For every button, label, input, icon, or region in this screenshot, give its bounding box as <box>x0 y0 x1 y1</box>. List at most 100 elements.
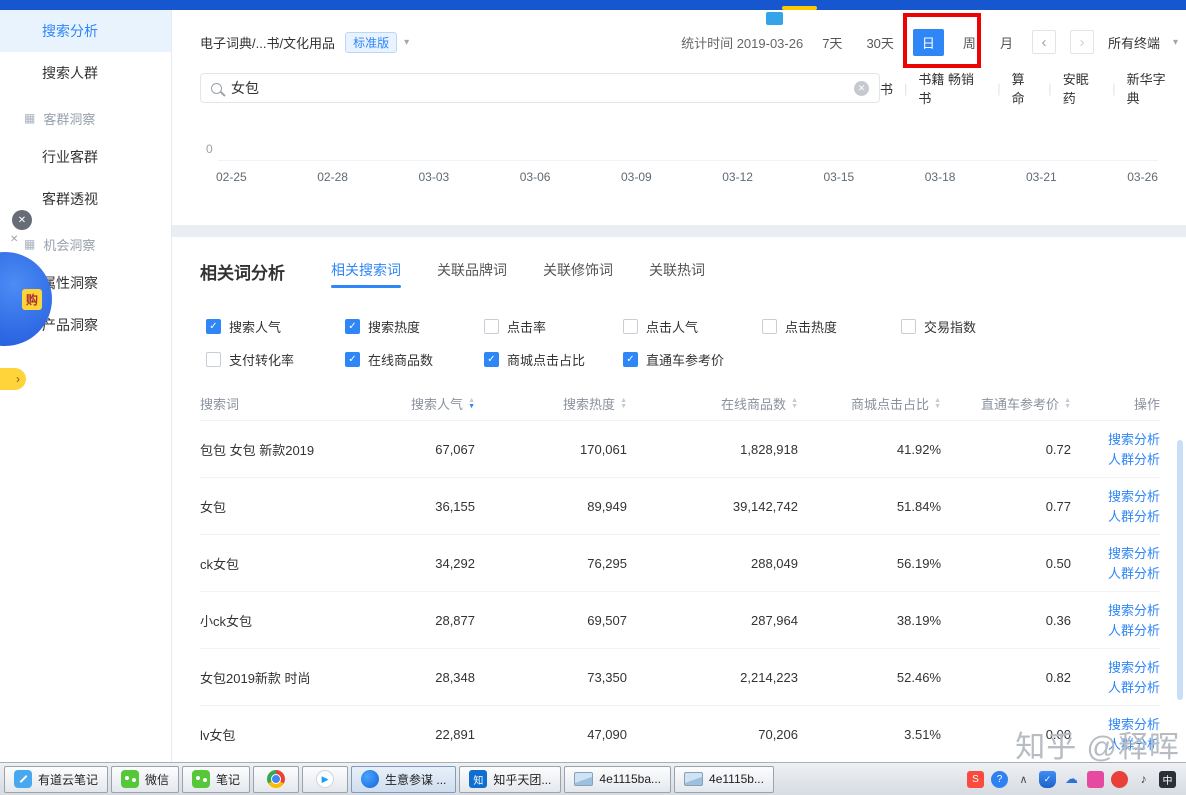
range-button-2[interactable]: 日 <box>912 28 944 56</box>
action-link-0[interactable]: 搜索分析 <box>1108 659 1160 676</box>
action-link-0[interactable]: 搜索分析 <box>1108 602 1160 619</box>
hot-link-4[interactable]: 新华字典 <box>1127 69 1178 107</box>
range-button-0[interactable]: 7天 <box>817 29 847 56</box>
column-header-1[interactable]: 搜索人气 ▲ ▼ <box>360 394 475 413</box>
red-app-icon[interactable] <box>1111 770 1128 788</box>
input-method-icon[interactable]: 中 <box>1159 770 1176 788</box>
value-cell: 67,067 <box>435 441 475 457</box>
breadcrumb[interactable]: 电子词典/...书/文化用品 <box>200 33 335 52</box>
sort-icons[interactable]: ▲ ▼ <box>1064 397 1071 410</box>
taskbar-item-1[interactable]: 微信 <box>111 765 180 793</box>
hot-link-0[interactable]: 书 <box>880 79 893 98</box>
action-link-1[interactable]: 人群分析 <box>1108 679 1160 696</box>
pink-app-icon[interactable] <box>1087 770 1104 788</box>
ad-expand-arrow[interactable]: › <box>0 368 26 390</box>
checkbox-icon[interactable]: ✓ <box>345 319 360 334</box>
volume-icon[interactable]: ♪ <box>1135 771 1152 788</box>
metric-checkbox-4[interactable]: 点击热度 <box>762 317 901 336</box>
sort-icons[interactable]: ▲ ▼ <box>620 397 627 410</box>
hot-link-1[interactable]: 书籍 畅销书 <box>918 69 986 107</box>
sidebar-item-1[interactable]: 搜索人群 <box>0 52 171 94</box>
search-input[interactable] <box>231 80 855 96</box>
x-axis-label: 03-03 <box>418 170 450 184</box>
sidebar-item-3[interactable]: 行业客群 <box>0 136 171 178</box>
action-link-0[interactable]: 搜索分析 <box>1108 488 1160 505</box>
column-header-5[interactable]: 直通车参考价 ▲ ▼ <box>941 394 1071 413</box>
scrollbar-thumb[interactable] <box>1177 440 1183 700</box>
tab-0[interactable]: 相关搜索词 <box>331 253 401 295</box>
tab-1[interactable]: 关联品牌词 <box>437 253 507 295</box>
action-link-0[interactable]: 搜索分析 <box>1108 431 1160 448</box>
range-button-1[interactable]: 30天 <box>861 29 898 56</box>
metric-checkbox-6[interactable]: 支付转化率 <box>206 350 345 369</box>
metric-checkbox-5[interactable]: 交易指数 <box>901 317 1040 336</box>
taskbar-item-3[interactable] <box>253 765 300 793</box>
hot-link-2[interactable]: 算命 <box>1012 69 1038 107</box>
column-header-2[interactable]: 搜索热度 ▲ ▼ <box>475 394 627 413</box>
sogou-icon[interactable]: S <box>967 770 984 788</box>
checkbox-icon[interactable]: ✓ <box>623 352 638 367</box>
metric-checkbox-3[interactable]: 点击人气 <box>623 317 762 336</box>
sort-icons[interactable]: ▲ ▼ <box>934 397 941 410</box>
taskbar-item-0[interactable]: 有道云笔记 <box>4 765 109 793</box>
tab-2[interactable]: 关联修饰词 <box>543 253 613 295</box>
metric-checkbox-7[interactable]: ✓ 在线商品数 <box>345 350 484 369</box>
up-arrow-icon[interactable]: ∧ <box>1015 771 1032 788</box>
taskbar-item-4[interactable]: ▶ <box>302 765 349 793</box>
sidebar-item-0[interactable]: 搜索分析 <box>0 10 171 52</box>
chevron-down-icon: ▾ <box>1172 36 1178 48</box>
checkbox-icon[interactable] <box>206 352 221 367</box>
terminal-selector[interactable]: 所有终端 ▾ <box>1108 33 1178 52</box>
metric-checkbox-8[interactable]: ✓ 商城点击占比 <box>484 350 623 369</box>
value-cell: 287,964 <box>751 612 798 628</box>
hot-link-3[interactable]: 安眠药 <box>1063 69 1102 107</box>
action-link-0[interactable]: 搜索分析 <box>1108 545 1160 562</box>
column-header-6: 操作 <box>1133 397 1160 412</box>
onedrive-icon[interactable]: ☁ <box>1063 771 1080 788</box>
value-cell: 22,891 <box>435 726 475 742</box>
action-link-1[interactable]: 人群分析 <box>1108 565 1160 582</box>
chevron-down-icon[interactable]: ▾ <box>404 37 409 48</box>
x-axis-labels: 02-25 02-28 03-03 03-06 03-09 03-12 03-15 03-18… <box>216 170 1158 184</box>
taskbar-item-7[interactable]: 4e1115ba... <box>564 765 672 793</box>
taskbar-item-8[interactable]: 4e1115b... <box>674 765 774 793</box>
checkbox-icon[interactable] <box>484 319 499 334</box>
help-icon[interactable]: ? <box>991 770 1008 788</box>
action-link-1[interactable]: 人群分析 <box>1108 451 1160 468</box>
tab-3[interactable]: 关联热词 <box>649 253 705 295</box>
metric-checkbox-1[interactable]: ✓ 搜索热度 <box>345 317 484 336</box>
checkbox-icon[interactable]: ✓ <box>345 352 360 367</box>
metric-checkbox-0[interactable]: ✓ 搜索人气 <box>206 317 345 336</box>
ad-close-button[interactable]: ✕ <box>12 210 32 230</box>
next-page-button[interactable]: › <box>1069 30 1094 54</box>
taskbar-item-5[interactable]: 生意参谋 ... <box>351 765 457 793</box>
x-axis-label: 03-06 <box>519 170 551 184</box>
sort-icons[interactable]: ▲ ▼ <box>791 397 798 410</box>
chart-gridline <box>218 160 1158 161</box>
checkbox-icon[interactable]: ✓ <box>206 319 221 334</box>
ad-close-icon[interactable]: ✕ <box>10 234 18 245</box>
range-button-4[interactable]: 月 <box>995 29 1018 56</box>
sort-icons[interactable]: ▲ ▼ <box>468 397 475 410</box>
action-link-1[interactable]: 人群分析 <box>1108 508 1160 525</box>
checkbox-icon[interactable] <box>623 319 638 334</box>
column-header-3[interactable]: 在线商品数 ▲ ▼ <box>627 394 798 413</box>
keyword-cell: 包包 女包 新款2019 <box>200 442 315 458</box>
metric-checkbox-9[interactable]: ✓ 直通车参考价 <box>623 350 762 369</box>
taskbar-item-2[interactable]: 笔记 <box>182 765 251 793</box>
column-header-4[interactable]: 商城点击占比 ▲ ▼ <box>798 394 941 413</box>
checkbox-icon[interactable] <box>762 319 777 334</box>
clear-search-icon[interactable]: ✕ <box>854 80 870 96</box>
query-card: 电子词典/...书/文化用品 标准版 ▾ 统计时间 2019-03-26 7天 3… <box>172 10 1186 225</box>
metric-label: 点击热度 <box>785 320 838 335</box>
taskbar-item-6[interactable]: 知知乎天团... <box>459 765 562 793</box>
sidebar-item-2[interactable]: ▦ 客群洞察 <box>0 100 171 136</box>
action-link-1[interactable]: 人群分析 <box>1108 622 1160 639</box>
metric-checkbox-2[interactable]: 点击率 <box>484 317 623 336</box>
checkbox-icon[interactable] <box>901 319 916 334</box>
prev-page-button[interactable]: ‹ <box>1031 30 1056 54</box>
checkbox-icon[interactable]: ✓ <box>484 352 499 367</box>
range-button-3[interactable]: 周 <box>958 29 981 56</box>
defender-shield-icon[interactable]: ✓ <box>1039 770 1056 788</box>
sidebar-item-label: 机会洞察 <box>43 237 96 253</box>
